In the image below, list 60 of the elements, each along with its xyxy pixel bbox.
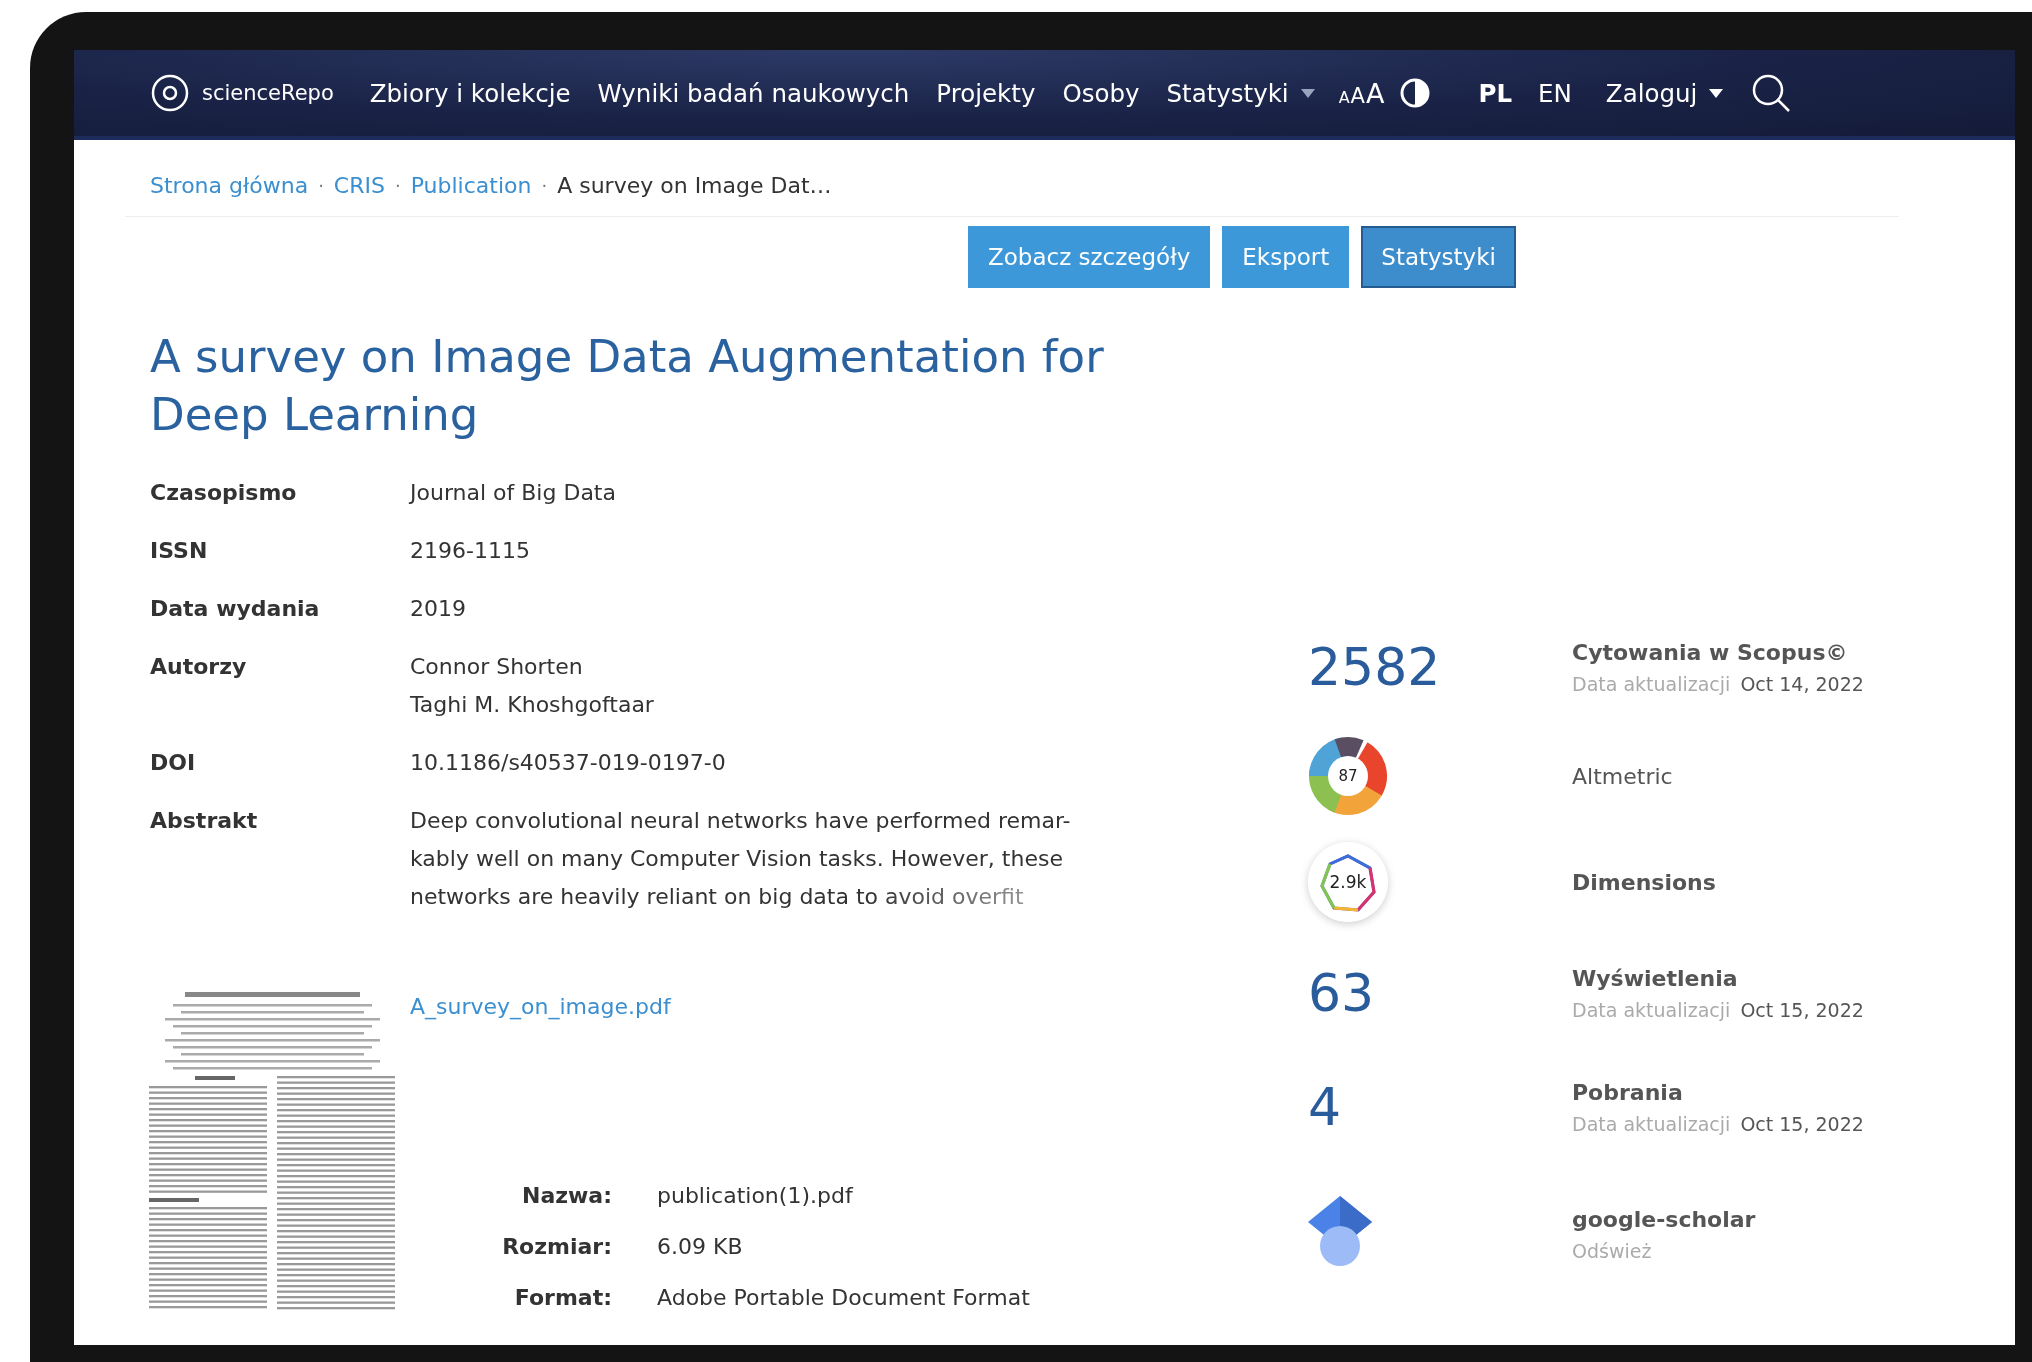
language-link[interactable]: EN: [1538, 78, 1572, 108]
file-detail-value: publication(1).pdf: [657, 1182, 855, 1210]
field-value: 2196-1115: [410, 537, 531, 565]
breadcrumb-separator: ·: [541, 175, 548, 196]
metric-value: 2582: [1308, 637, 1441, 697]
breadcrumb-separator: ·: [318, 175, 324, 196]
scholar-cap-icon[interactable]: [1308, 1196, 1372, 1268]
login-menu[interactable]: Zaloguj: [1605, 78, 1724, 108]
metric-label: Dimensions: [1572, 869, 1717, 895]
nav-link[interactable]: Zbiory i kolekcje: [369, 78, 571, 108]
publication-title: A survey on Image Data Augmentation for Deep Learning: [150, 329, 1105, 443]
contrast-icon[interactable]: [1400, 78, 1431, 108]
field-label: ISSN: [150, 537, 209, 565]
nav-link[interactable]: Statystyki: [1166, 78, 1315, 108]
font-size-toggle[interactable]: A: [1365, 77, 1385, 109]
date-label: Data aktualizacji: [1572, 672, 1731, 695]
metric-label: Cytowania w Scopus©: [1572, 639, 1849, 665]
nav-link[interactable]: Wyniki badań naukowych: [597, 78, 910, 108]
nav-link[interactable]: Projekty: [936, 78, 1036, 108]
logo-icon: [150, 73, 190, 113]
file-detail-label: Rozmiar:: [501, 1233, 612, 1261]
field-value: Journal of Big Data: [410, 479, 617, 507]
date-value: Oct 15, 2022: [1740, 998, 1864, 1021]
field-label: Czasopismo: [150, 479, 298, 507]
field-value: 10.1186/s40537-019-0197-0: [410, 749, 727, 777]
field-value: Connor Shorten: [410, 653, 584, 681]
font-size-toggle[interactable]: A: [1338, 87, 1350, 107]
date-value: Oct 15, 2022: [1740, 1112, 1864, 1135]
metric-value: 63: [1308, 963, 1375, 1023]
caret-icon: [1300, 88, 1315, 98]
action-button[interactable]: Statystyki: [1361, 226, 1516, 288]
font-size-toggle[interactable]: A: [1350, 83, 1365, 108]
field-value: Taghi M. Khoshgoftaar: [410, 691, 655, 719]
breadcrumb-separator: ·: [394, 175, 401, 196]
date-label: Data aktualizacji: [1572, 998, 1731, 1021]
metric-value: 4: [1308, 1077, 1342, 1137]
abstract-text: Deep convolutional neural networks have performed remar- kably well on many Computer Vision tasks. However, these networks are heavily reliant on big data to avoid overfit: [410, 807, 1072, 911]
metric-label: google-scholar: [1572, 1206, 1757, 1232]
field-label: Autorzy: [150, 653, 248, 681]
nav-link[interactable]: Osoby: [1062, 78, 1140, 108]
breadcrumb-current: A survey on Image Dat…: [557, 173, 832, 198]
search-icon[interactable]: [1751, 73, 1792, 113]
language-link[interactable]: PL: [1478, 78, 1513, 108]
file-detail-value: 6.09 KB: [657, 1233, 744, 1261]
site-logo-text[interactable]: scienceRepo: [202, 81, 334, 105]
metric-label: Pobrania: [1572, 1079, 1684, 1105]
caret-icon: [1709, 88, 1724, 98]
file-detail-label: Nazwa:: [520, 1182, 612, 1210]
date-value: Oct 14, 2022: [1740, 672, 1864, 695]
field-value: 2019: [410, 595, 467, 623]
field-label: DOI: [150, 749, 197, 777]
file-detail-label: Format:: [513, 1284, 612, 1312]
field-label: Data wydania: [150, 595, 321, 623]
metric-label: Altmetric: [1572, 763, 1674, 789]
field-label: Abstrakt: [150, 807, 259, 835]
altmetric-badge[interactable]: 87: [1308, 736, 1388, 816]
file-detail-value: Adobe Portable Document Format: [657, 1284, 1030, 1312]
dimensions-badge[interactable]: 2.9k: [1308, 842, 1388, 922]
metric-label: Wyświetlenia: [1572, 965, 1739, 991]
date-label: Data aktualizacji: [1572, 1112, 1731, 1135]
